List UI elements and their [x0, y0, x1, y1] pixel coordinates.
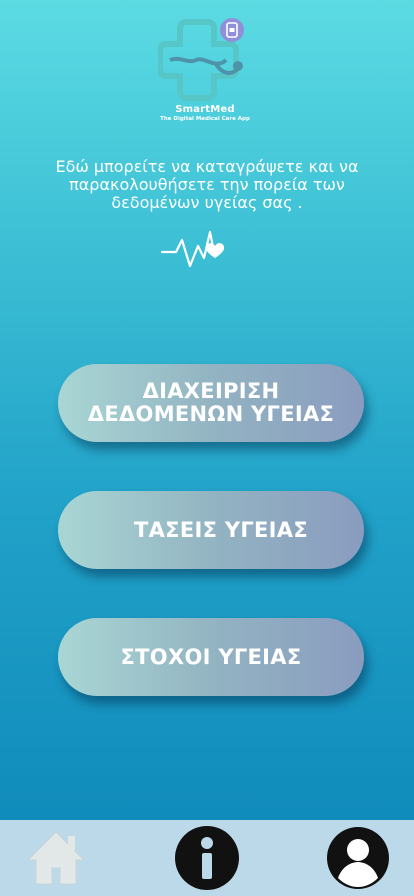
heartbeat-heart-icon [160, 230, 225, 268]
smartmed-logo-icon [158, 18, 244, 101]
health-trends-label: ΤΑΣΕΙΣ ΥΓΕΙΑΣ [134, 517, 308, 542]
health-trends-button[interactable]: ΤΑΣΕΙΣ ΥΓΕΙΑΣ [58, 491, 364, 569]
app-logo: SmartMed The Digital Medical Care App [150, 14, 260, 126]
brand-tagline: The Digital Medical Care App [160, 116, 250, 122]
brand-name: SmartMed [175, 104, 235, 115]
profile-icon [327, 827, 389, 889]
manage-health-data-label: ΔΙΑΧΕΙΡΙΣΗ ΔΕΔΟΜΕΝΩΝ ΥΓΕΙΑΣ [87, 379, 335, 426]
nav-profile[interactable] [326, 826, 390, 890]
intro-text: Εδώ μπορείτε να καταγράψετε και να παρακ… [55, 157, 359, 212]
health-goals-label: ΣΤΟΧΟΙ ΥΓΕΙΑΣ [120, 644, 302, 669]
home-icon [26, 831, 86, 885]
nav-info[interactable] [175, 826, 239, 890]
manage-health-data-button[interactable]: ΔΙΑΧΕΙΡΙΣΗ ΔΕΔΟΜΕΝΩΝ ΥΓΕΙΑΣ [58, 364, 364, 442]
bottom-navigation [0, 820, 414, 896]
health-goals-button[interactable]: ΣΤΟΧΟΙ ΥΓΕΙΑΣ [58, 618, 364, 696]
nav-home[interactable] [26, 830, 86, 886]
